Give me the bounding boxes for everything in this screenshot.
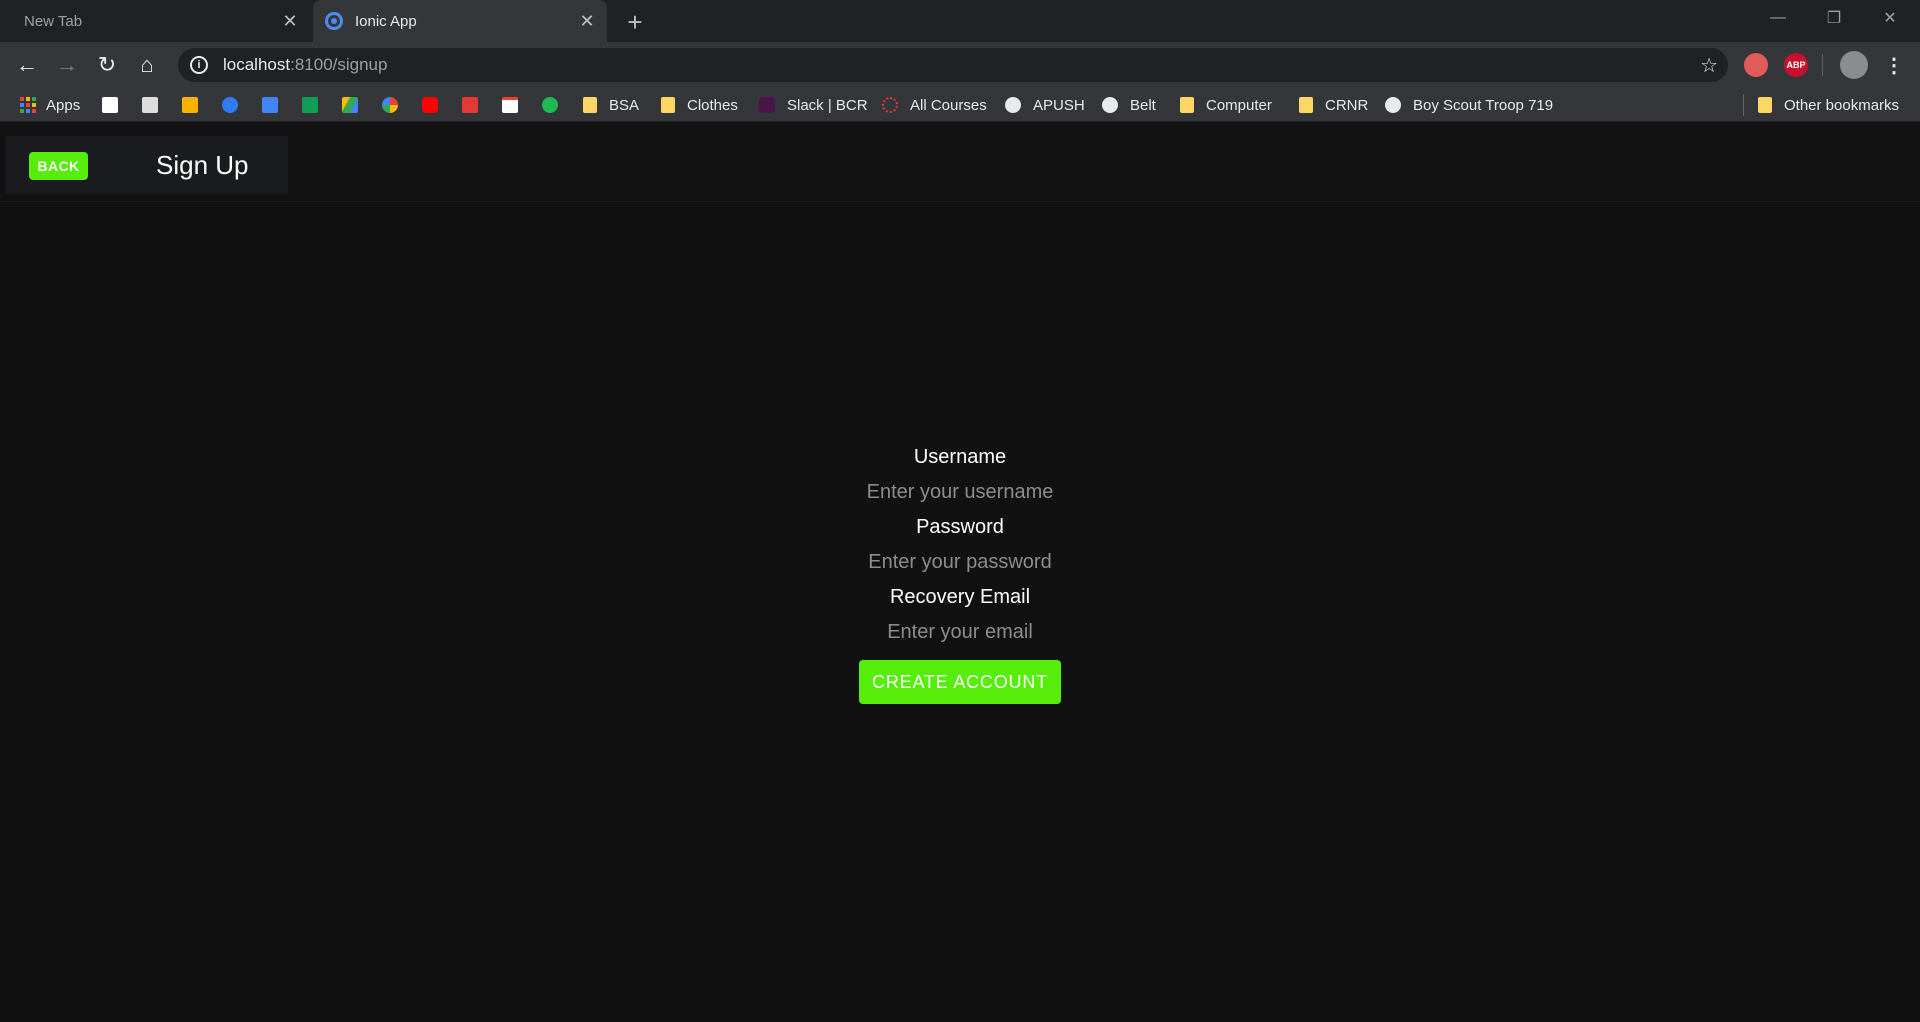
globe-icon	[1385, 97, 1401, 113]
window-close-icon[interactable]: ✕	[1862, 0, 1918, 36]
red-square-icon	[462, 97, 478, 113]
d-icon	[102, 97, 118, 113]
username-input[interactable]	[760, 474, 1160, 510]
tab-title: New Tab	[24, 12, 83, 30]
meet-icon	[222, 97, 238, 113]
gmail-icon	[502, 97, 518, 113]
bookmark-gmail[interactable]	[502, 88, 530, 122]
bookmark-photos[interactable]	[382, 88, 410, 122]
bookmark-star-icon[interactable]: ☆	[1700, 53, 1718, 78]
folder-icon	[1299, 97, 1313, 113]
app-header: BACK Sign Up	[0, 122, 1920, 202]
bookmark-docs[interactable]	[262, 88, 290, 122]
bookmark-d[interactable]	[102, 88, 130, 122]
bookmark-label: Other bookmarks	[1784, 96, 1900, 114]
folder-icon	[1180, 97, 1194, 113]
ionic-favicon-icon	[325, 12, 343, 30]
spotify-icon	[542, 97, 558, 113]
bookmark-label: Clothes	[687, 96, 738, 114]
bookmark-slides[interactable]	[182, 88, 210, 122]
home-icon[interactable]: ⌂	[131, 49, 163, 81]
bookmark-label: CRNR	[1325, 96, 1369, 114]
bookmark-red-square[interactable]	[462, 88, 490, 122]
browser-toolbar: ← → ↻ ⌂ i localhost:8100/signup ☆ ABP ⋮	[0, 42, 1920, 88]
youtube-icon	[422, 97, 438, 113]
bookmark-label: Belt	[1130, 96, 1156, 114]
bookmark-all-courses[interactable]: All Courses	[882, 88, 987, 122]
bookmark-label: Slack | BCR	[787, 96, 868, 114]
username-label: Username	[913, 446, 1007, 468]
folder-icon	[1758, 97, 1772, 113]
bookmark-apush[interactable]: APUSH	[1005, 88, 1085, 122]
close-icon[interactable]: ✕	[280, 11, 300, 31]
recovery-email-input[interactable]	[760, 614, 1160, 650]
slides-icon	[182, 97, 198, 113]
bookmark-crnr[interactable]: CRNR	[1299, 88, 1368, 122]
slack-icon	[759, 97, 775, 113]
bookmark-other[interactable]: Other bookmarks	[1758, 88, 1899, 122]
folder-icon	[661, 97, 675, 113]
minimize-icon[interactable]: —	[1750, 0, 1806, 36]
courses-icon	[882, 97, 898, 113]
bookmarks-bar: Apps BSA Clothes Slack | BCR All Courses…	[0, 88, 1920, 122]
url-host: localhost	[223, 55, 291, 74]
page-title: Sign Up	[156, 150, 249, 180]
url-path: :8100/signup	[290, 55, 388, 74]
bookmark-label: Boy Scout Troop 719	[1413, 96, 1554, 114]
recovery-email-label: Recovery Email	[889, 586, 1031, 608]
bookmark-youtube[interactable]	[422, 88, 450, 122]
bookmark-label: APUSH	[1033, 96, 1085, 114]
bookmark-drive[interactable]	[342, 88, 370, 122]
avatar[interactable]	[1840, 51, 1868, 79]
menu-kebab-icon[interactable]: ⋮	[1878, 49, 1910, 81]
bookmark-boy-scout-troop[interactable]: Boy Scout Troop 719	[1385, 88, 1553, 122]
bookmark-apps[interactable]: Apps	[20, 88, 80, 122]
restore-icon[interactable]: ❐	[1806, 0, 1862, 36]
reload-icon[interactable]: ↻	[91, 49, 123, 81]
bookmark-sheets[interactable]	[302, 88, 330, 122]
film-icon	[142, 97, 158, 113]
folder-icon	[583, 97, 597, 113]
back-arrow-icon[interactable]: ←	[11, 49, 43, 81]
bookmark-label: All Courses	[910, 96, 987, 114]
docs-icon	[262, 97, 278, 113]
browser-tab-strip: New Tab ✕ Ionic App ✕ + — ❐ ✕	[0, 0, 1920, 42]
close-icon[interactable]: ✕	[577, 11, 597, 31]
bookmark-belt[interactable]: Belt	[1102, 88, 1156, 122]
sheets-icon	[302, 97, 318, 113]
password-label: Password	[916, 516, 1004, 538]
globe-icon	[1005, 97, 1021, 113]
adblock-plus-icon[interactable]: ABP	[1784, 53, 1808, 77]
toolbar-divider	[1822, 54, 1823, 76]
forward-arrow-icon[interactable]: →	[51, 49, 83, 81]
shield-extension-icon[interactable]	[1744, 53, 1768, 77]
bookmarks-divider	[1743, 94, 1744, 116]
apps-grid-icon	[20, 97, 36, 113]
address-bar[interactable]: i localhost:8100/signup ☆	[178, 48, 1728, 82]
app-content: BACK Sign Up Username Password Recovery …	[0, 122, 1920, 1022]
bookmark-spotify[interactable]	[542, 88, 570, 122]
create-account-button[interactable]: CREATE ACCOUNT	[859, 660, 1061, 704]
globe-icon	[1102, 97, 1118, 113]
tab-new-tab[interactable]: New Tab ✕	[0, 0, 310, 42]
tab-ionic-app[interactable]: Ionic App ✕	[313, 0, 607, 42]
bookmark-meet[interactable]	[222, 88, 250, 122]
bookmark-bsa[interactable]: BSA	[583, 88, 639, 122]
bookmark-computer[interactable]: Computer	[1180, 88, 1272, 122]
bookmark-label: BSA	[609, 96, 640, 114]
bookmark-clothes[interactable]: Clothes	[661, 88, 738, 122]
bookmark-film[interactable]	[142, 88, 170, 122]
new-tab-plus-icon[interactable]: +	[620, 7, 650, 37]
signup-form: Username Password Recovery Email CREATE …	[760, 440, 1160, 704]
drive-icon	[342, 97, 358, 113]
back-button[interactable]: BACK	[29, 152, 88, 180]
bookmark-label: Apps	[46, 96, 81, 114]
bookmark-slack[interactable]: Slack | BCR	[759, 88, 868, 122]
bookmark-label: Computer	[1206, 96, 1272, 114]
password-input[interactable]	[760, 544, 1160, 580]
photos-icon	[382, 97, 398, 113]
tab-title: Ionic App	[355, 12, 417, 30]
site-info-icon[interactable]: i	[190, 56, 208, 74]
